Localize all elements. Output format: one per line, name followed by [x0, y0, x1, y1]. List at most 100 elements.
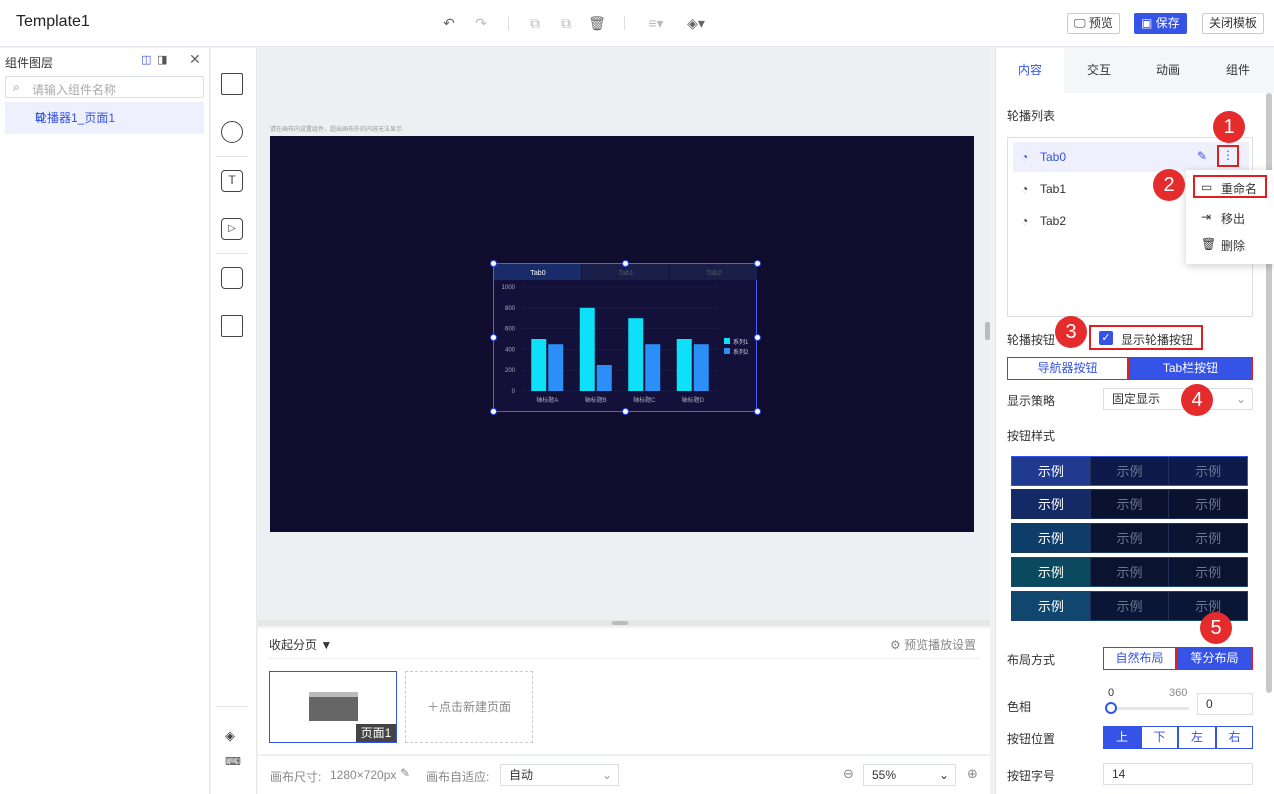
search-icon: ⌕	[13, 80, 20, 94]
tab-content[interactable]: 内容	[996, 48, 1064, 93]
menu-item-remove[interactable]: ⇥ 移出	[1201, 210, 1245, 227]
keyboard-icon[interactable]: ⌨	[225, 755, 241, 768]
style-sample-label: 示例	[1091, 490, 1170, 518]
resize-handle[interactable]	[622, 408, 629, 415]
bar	[579, 307, 595, 391]
bar	[645, 344, 661, 391]
edit-icon[interactable]: ✎	[400, 766, 410, 780]
menu-item-delete[interactable]: 🗑 删除	[1201, 237, 1245, 254]
position-right-option[interactable]: 右	[1216, 726, 1253, 749]
resize-handle[interactable]	[754, 408, 761, 415]
button-style-option[interactable]: 示例 示例 示例	[1011, 557, 1248, 587]
paste-icon[interactable]: ⧉	[557, 14, 575, 32]
collapse-pages-button[interactable]: 收起分页 ▼	[269, 636, 332, 653]
toolbar-divider	[624, 16, 625, 30]
table-icon[interactable]	[221, 315, 243, 337]
save-button[interactable]: ▣ 保存	[1134, 13, 1187, 34]
undo-icon[interactable]: ↶	[440, 14, 458, 32]
nav-button-option[interactable]: 导航器按钮	[1007, 357, 1128, 380]
legend-swatch	[724, 338, 730, 344]
app-title: Template1	[16, 13, 90, 30]
rename-icon: ▭	[1201, 180, 1213, 194]
tab-button-option[interactable]: Tab栏按钮	[1128, 357, 1253, 380]
legend-swatch	[724, 348, 730, 354]
show-button-checkbox[interactable]: ✓	[1099, 331, 1113, 345]
button-style-option[interactable]: 示例 示例 示例	[1011, 489, 1248, 519]
style-sample-label: 示例	[1195, 464, 1222, 479]
pie-chart-icon[interactable]	[221, 121, 243, 143]
style-sample-label: 示例	[1091, 558, 1170, 586]
panel-icon[interactable]: ◨	[157, 53, 167, 66]
display-strategy-select[interactable]: 固定显示 ⌄	[1103, 388, 1253, 410]
hue-slider-track[interactable]	[1108, 707, 1189, 710]
canvas-note: 请在画布内设置组件，超出画布外的内容无法显示	[270, 127, 403, 133]
position-bottom-option[interactable]: 下	[1141, 726, 1178, 749]
resize-handle[interactable]	[622, 260, 629, 267]
icon-divider	[216, 156, 248, 157]
chart-tab-label: Tab2	[706, 270, 721, 277]
x-tick-label: 轴标题A	[536, 396, 558, 404]
position-top-option[interactable]: 上	[1103, 726, 1141, 749]
font-size-input[interactable]: 14	[1103, 763, 1253, 785]
button-style-option[interactable]: 示例 示例 示例	[1011, 456, 1248, 486]
style-sample-label: 示例	[1195, 531, 1222, 546]
copy-icon[interactable]: ⧉	[526, 14, 544, 32]
plus-icon: ＋	[426, 700, 439, 714]
page-thumbnail-preview	[309, 692, 358, 721]
cube-icon[interactable]	[221, 73, 243, 95]
toolbar-divider	[508, 16, 509, 30]
tab-component[interactable]: 组件	[1204, 48, 1272, 93]
y-tick-label: 1000	[502, 285, 516, 291]
layer-order-icon[interactable]: ◈▾	[684, 14, 708, 32]
align-icon[interactable]: ≡▾	[643, 14, 669, 32]
show-button-text: 显示轮播按钮	[1121, 333, 1194, 347]
text-icon[interactable]: T	[221, 170, 243, 192]
tab-animation[interactable]: 动画	[1134, 48, 1202, 93]
hue-slider-handle[interactable]	[1105, 702, 1117, 714]
canvas-scrollbar[interactable]	[985, 322, 990, 340]
close-icon[interactable]: ✕	[189, 51, 201, 68]
resize-handle[interactable]	[490, 408, 497, 415]
menu-item-rename[interactable]: ▭ 重命名	[1201, 180, 1257, 197]
edit-icon[interactable]: ✎	[1197, 149, 1207, 163]
resize-handle[interactable]	[754, 260, 761, 267]
font-size-label: 按钮字号	[1007, 769, 1056, 783]
y-tick-label: 0	[512, 389, 516, 395]
resize-handle[interactable]	[490, 334, 497, 341]
bar	[628, 318, 644, 391]
canvas-size-value: 1280×720px	[330, 768, 397, 782]
redo-icon[interactable]: ↷	[472, 14, 490, 32]
layers-icon[interactable]: ◈	[225, 728, 235, 744]
legend-label: 系列1	[733, 338, 749, 346]
adapt-select[interactable]: 自动 ⌄	[500, 764, 619, 786]
display-strategy-label: 显示策略	[1007, 394, 1056, 408]
bar	[693, 344, 709, 391]
layout-icon[interactable]: ◫	[141, 53, 151, 66]
button-style-option[interactable]: 示例 示例 示例	[1011, 523, 1248, 553]
resize-handle[interactable]	[490, 260, 497, 267]
zoom-out-icon[interactable]: ⊖	[843, 766, 854, 782]
new-page-button[interactable]: ＋点击新建页面	[405, 671, 533, 743]
tab-interaction[interactable]: 交互	[1065, 48, 1133, 93]
more-icon[interactable]: ⋮	[1217, 145, 1239, 167]
preview-settings-link[interactable]: ⚙ 预览播放设置	[890, 636, 976, 653]
preview-button[interactable]: 🖵 预览	[1067, 13, 1120, 34]
list-item[interactable]: Tab0	[1013, 142, 1249, 172]
position-left-option[interactable]: 左	[1178, 726, 1216, 749]
zoom-in-icon[interactable]: ⊕	[967, 766, 978, 782]
splitter-handle[interactable]	[612, 621, 628, 625]
close-template-button[interactable]: 关闭模板	[1202, 13, 1265, 34]
video-icon[interactable]: ▷	[221, 218, 243, 240]
hue-input[interactable]: 0	[1197, 693, 1253, 715]
layout-equal-option[interactable]: 等分布局	[1176, 647, 1253, 670]
zoom-select[interactable]: 55% ⌄	[863, 764, 956, 786]
layout-natural-option[interactable]: 自然布局	[1103, 647, 1176, 670]
delete-icon[interactable]: 🗑	[588, 14, 606, 32]
inbox-icon[interactable]	[221, 267, 243, 289]
resize-handle[interactable]	[754, 334, 761, 341]
step-badge: 4	[1181, 384, 1213, 416]
style-sample-label: 示例	[1012, 457, 1091, 485]
button-style-label: 按钮样式	[1007, 429, 1056, 443]
layers-header: 组件图层	[5, 56, 54, 70]
layout-label: 布局方式	[1007, 653, 1056, 667]
